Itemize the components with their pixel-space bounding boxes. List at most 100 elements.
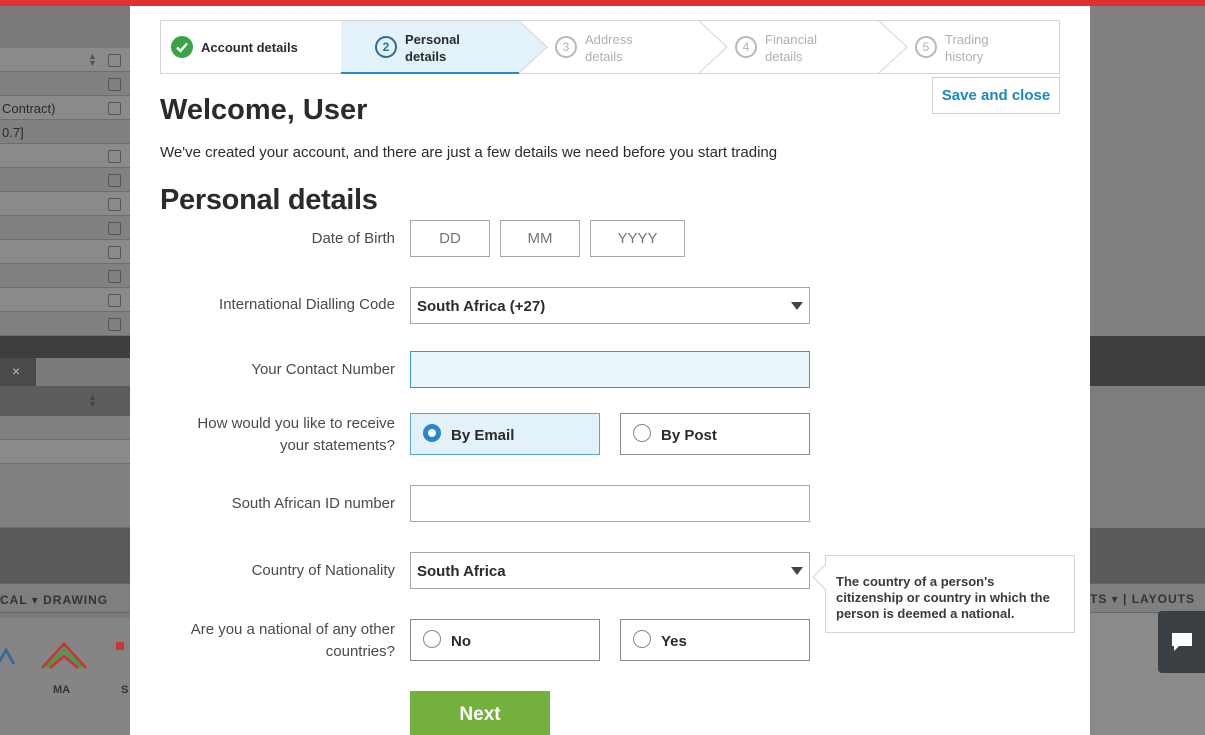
bg-area bbox=[1090, 6, 1205, 336]
statements-label-line: your statements? bbox=[279, 437, 395, 454]
chevron-down-icon bbox=[791, 567, 803, 575]
bg-row: 0.7] bbox=[0, 120, 130, 144]
bg-row bbox=[0, 440, 130, 464]
indicator-icon bbox=[116, 642, 124, 650]
step-financial-details[interactable]: 4 Financial details bbox=[729, 21, 879, 73]
tooltip-arrow bbox=[812, 564, 838, 590]
bg-row bbox=[0, 72, 130, 96]
bg-row bbox=[0, 464, 130, 528]
welcome-heading: Welcome, User bbox=[160, 94, 368, 126]
statements-by-email-radio[interactable]: By Email bbox=[410, 413, 600, 455]
step-label: details bbox=[405, 49, 447, 64]
bg-indicator-icons: MA S bbox=[0, 618, 130, 735]
dialling-code-label: International Dialling Code bbox=[219, 296, 395, 313]
other-nationality-no-radio[interactable]: No bbox=[410, 619, 600, 661]
nationality-value: South Africa bbox=[417, 563, 506, 580]
save-and-close-button[interactable]: Save and close bbox=[932, 77, 1060, 114]
onboarding-modal: Account details 2 Personal details 3 Add… bbox=[130, 6, 1090, 735]
radio-unselected-icon bbox=[633, 630, 651, 648]
background-right-panel: TS ▾ | LAYOUTS bbox=[1090, 6, 1205, 735]
nationality-label: Country of Nationality bbox=[251, 562, 395, 579]
dob-year-input[interactable] bbox=[590, 220, 685, 257]
bg-divider bbox=[0, 528, 130, 583]
indicator-icon bbox=[0, 646, 16, 665]
tooltip-text: The country of a person's citizenship or… bbox=[836, 574, 1050, 621]
step-label: Address bbox=[585, 32, 633, 47]
nationality-select[interactable]: South Africa bbox=[410, 552, 810, 589]
other-nationality-yes-radio[interactable]: Yes bbox=[620, 619, 810, 661]
step-divider bbox=[879, 21, 908, 73]
contact-number-label: Your Contact Number bbox=[251, 361, 395, 378]
step-label: history bbox=[945, 49, 984, 64]
radio-label: No bbox=[451, 633, 471, 650]
next-button[interactable]: Next bbox=[410, 691, 550, 735]
radio-unselected-icon bbox=[423, 630, 441, 648]
step-label: Financial bbox=[765, 32, 818, 47]
other-nationality-label: Are you a national of any other countrie… bbox=[191, 619, 395, 663]
step-personal-details[interactable]: 2 Personal details bbox=[341, 21, 519, 74]
nationality-tooltip: The country of a person's citizenship or… bbox=[812, 555, 1075, 633]
dialling-code-value: South Africa (+27) bbox=[417, 298, 546, 315]
active-step-indicator bbox=[341, 72, 519, 74]
chat-button[interactable] bbox=[1158, 611, 1205, 673]
radio-label: By Post bbox=[661, 427, 717, 444]
radio-label: Yes bbox=[661, 633, 687, 650]
bg-row bbox=[0, 264, 130, 288]
bg-row bbox=[0, 416, 130, 440]
indicator-label: S bbox=[121, 684, 129, 696]
dob-day-input[interactable] bbox=[410, 220, 490, 257]
close-icon[interactable]: × bbox=[0, 358, 36, 386]
bg-row: ▲ ▼ bbox=[0, 48, 130, 72]
bg-row bbox=[0, 168, 130, 192]
step-divider bbox=[519, 21, 548, 73]
bg-row bbox=[0, 144, 130, 168]
other-nationality-label-line: countries? bbox=[325, 643, 395, 660]
step-label: details bbox=[765, 49, 803, 64]
bg-area bbox=[1090, 386, 1205, 528]
bg-row bbox=[0, 240, 130, 264]
step-account-details[interactable]: Account details bbox=[161, 21, 341, 73]
step-divider bbox=[699, 21, 728, 73]
bg-toolbar: CAL ▾ DRAWING bbox=[0, 583, 130, 613]
check-icon bbox=[171, 36, 193, 58]
brand-top-bar bbox=[0, 0, 1205, 6]
step-number: 2 bbox=[375, 36, 397, 58]
radio-label: By Email bbox=[451, 427, 515, 444]
chat-icon bbox=[1172, 633, 1192, 651]
dob-month-input[interactable] bbox=[500, 220, 580, 257]
bg-row: ▲ ▼ bbox=[0, 386, 130, 416]
statements-label: How would you like to receive your state… bbox=[197, 413, 395, 457]
dialling-code-select[interactable]: South Africa (+27) bbox=[410, 287, 810, 324]
step-label: Personal bbox=[405, 32, 460, 47]
bg-divider bbox=[0, 336, 130, 358]
indicator-label: MA bbox=[53, 684, 71, 696]
other-nationality-label-line: Are you a national of any other bbox=[190, 621, 395, 638]
bg-row bbox=[0, 192, 130, 216]
step-number: 5 bbox=[915, 36, 937, 58]
bg-toolbar: TS ▾ | LAYOUTS bbox=[1090, 583, 1205, 613]
step-trading-history[interactable]: 5 Trading history bbox=[909, 21, 1059, 73]
step-label: details bbox=[585, 49, 623, 64]
step-label: Account details bbox=[201, 40, 298, 55]
step-number: 3 bbox=[555, 36, 577, 58]
section-title: Personal details bbox=[160, 184, 378, 216]
bg-row bbox=[0, 216, 130, 240]
bg-row: Contract) bbox=[0, 96, 130, 120]
step-number: 4 bbox=[735, 36, 757, 58]
ma-indicator-icon bbox=[40, 641, 88, 670]
background-left-panel: ▲ ▼ Contract) 0.7] × ▲ ▼ CAL ▾ DRAWING MA … bbox=[0, 6, 130, 735]
bg-divider bbox=[1090, 528, 1205, 583]
step-address-details[interactable]: 3 Address details bbox=[549, 21, 699, 73]
step-label: Trading bbox=[945, 32, 989, 47]
statements-label-line: How would you like to receive bbox=[197, 415, 395, 432]
chevron-down-icon bbox=[791, 302, 803, 310]
bg-row bbox=[0, 312, 130, 336]
id-number-input[interactable] bbox=[410, 485, 810, 522]
dob-label: Date of Birth bbox=[311, 230, 395, 247]
bg-divider bbox=[1090, 336, 1205, 386]
statements-by-post-radio[interactable]: By Post bbox=[620, 413, 810, 455]
contact-number-input[interactable] bbox=[410, 351, 810, 388]
radio-unselected-icon bbox=[633, 424, 651, 442]
intro-text: We've created your account, and there ar… bbox=[160, 144, 778, 161]
bg-row bbox=[0, 288, 130, 312]
